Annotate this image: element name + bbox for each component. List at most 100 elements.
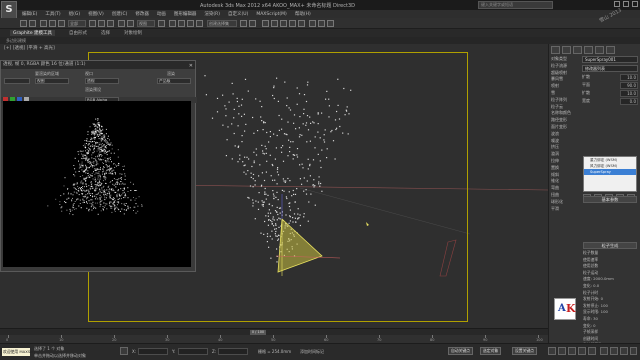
object-type-item[interactable]: 拉伸 <box>551 158 581 165</box>
menu-item[interactable]: 自定义(U) <box>228 11 248 17</box>
object-type-item[interactable]: 路径变形 <box>551 117 581 124</box>
render-window-title-bar[interactable]: 透视, 帧 0, RGBA 颜色 16 位/通道 (1:1) ✕ <box>1 61 195 69</box>
rendered-frame-window-icon[interactable] <box>318 20 325 27</box>
auto-key-button[interactable]: 自动关键点 <box>448 347 473 355</box>
mirror-icon[interactable] <box>240 20 247 27</box>
particle-param[interactable]: 粒子计时 <box>583 290 639 297</box>
selected-object-dropdown[interactable]: 选定对象 <box>480 347 502 355</box>
pan-icon[interactable] <box>610 347 618 355</box>
object-type-item[interactable]: 喷射 <box>551 83 581 90</box>
ribbon-toggle-icon[interactable] <box>271 20 278 27</box>
orbit-icon[interactable] <box>620 347 628 355</box>
select-by-name-icon[interactable] <box>98 20 105 27</box>
track-bar[interactable]: 0 10 20 30 40 50 60 70 80 90 100 <box>0 335 548 343</box>
menu-item[interactable]: 创建(C) <box>112 11 128 17</box>
viewport-dropdown[interactable]: 透视 <box>85 78 119 84</box>
create-tab-icon[interactable] <box>551 46 560 54</box>
unlink-icon[interactable] <box>49 20 56 27</box>
object-name-field[interactable]: SuperSpray001 <box>582 56 638 63</box>
menu-item[interactable]: 工具(T) <box>45 11 60 17</box>
add-time-tag[interactable]: 添加时间标记 <box>300 349 324 355</box>
link-icon[interactable] <box>40 20 47 27</box>
particle-param[interactable]: 子帧采样 <box>583 329 639 336</box>
maximize-viewport-icon[interactable] <box>630 347 637 355</box>
z-coord-field[interactable] <box>218 348 248 355</box>
set-key-button[interactable]: 设置关键点 <box>512 347 537 355</box>
redo-icon[interactable] <box>29 20 36 27</box>
ribbon-tab-selection[interactable]: 选择 <box>101 30 110 36</box>
y-coord-field[interactable] <box>178 348 208 355</box>
next-frame-icon[interactable] <box>578 347 586 355</box>
menu-item[interactable]: 编辑(E) <box>22 11 37 17</box>
ribbon-tab-object-paint[interactable]: 对象绘制 <box>124 30 142 36</box>
spinner-snap-icon[interactable] <box>196 20 203 27</box>
curve-editor-icon[interactable] <box>280 20 287 27</box>
zoom-icon[interactable] <box>600 347 608 355</box>
layer-manager-icon[interactable] <box>262 20 269 27</box>
render-button[interactable]: 渲染 <box>167 71 175 77</box>
object-type-item[interactable]: 面片变形 <box>551 124 581 131</box>
param-spinner[interactable]: 90.0 <box>620 82 638 89</box>
align-icon[interactable] <box>249 20 256 27</box>
previous-frame-icon[interactable] <box>558 347 566 355</box>
render-production-icon[interactable] <box>327 20 334 27</box>
particle-param[interactable]: 发射开始: 0 <box>583 296 639 303</box>
utilities-tab-icon[interactable] <box>606 46 615 54</box>
particle-param[interactable]: 寿命: 30 <box>583 316 639 323</box>
object-type-item[interactable]: 粒子阵列 <box>551 97 581 104</box>
particle-param[interactable]: 使用总数 <box>583 263 639 270</box>
menu-item[interactable]: MAXScript(M) <box>256 12 287 17</box>
modifier-list-dropdown[interactable]: 修改器列表 <box>582 65 638 72</box>
menu-item[interactable]: 视图(V) <box>88 11 104 17</box>
particle-param[interactable]: 使用速率 <box>583 257 639 264</box>
param-spinner[interactable]: 10.0 <box>620 90 638 97</box>
object-type-item[interactable]: 平滑 <box>551 206 581 213</box>
undo-icon[interactable] <box>20 20 27 27</box>
particle-param[interactable]: 发射停止: 100 <box>583 303 639 310</box>
go-to-end-icon[interactable] <box>588 347 596 355</box>
object-type-item[interactable]: 粒子云 <box>551 104 581 111</box>
maximize-icon[interactable] <box>623 1 629 7</box>
object-type-item[interactable]: 扭曲 <box>551 192 581 199</box>
menu-item[interactable]: 动画 <box>157 11 166 17</box>
object-type-item[interactable]: 名称和颜色 <box>551 110 581 117</box>
particle-param[interactable]: 变化: 0.0 <box>583 283 639 290</box>
percent-snap-icon[interactable] <box>187 20 194 27</box>
bind-spacewarp-icon[interactable] <box>58 20 65 27</box>
object-type-item[interactable]: 超级喷射 <box>551 70 581 77</box>
object-type-item[interactable]: 锥化 <box>551 178 581 185</box>
particle-param[interactable]: 粒子运动 <box>583 270 639 277</box>
select-region-icon[interactable] <box>107 20 114 27</box>
particle-param[interactable]: 速度: 2000.0mm <box>583 276 639 283</box>
production-dropdown[interactable]: 产品级 <box>157 78 191 84</box>
menu-item[interactable]: 组(G) <box>69 11 81 17</box>
render-frame-icons[interactable] <box>4 78 30 84</box>
motion-tab-icon[interactable] <box>584 46 593 54</box>
particle-param[interactable]: 创建时间 <box>583 336 639 343</box>
object-type-item[interactable]: 噪波 <box>551 138 581 145</box>
object-type-item[interactable]: 球形化 <box>551 199 581 206</box>
pivot-icon[interactable] <box>158 20 165 27</box>
hierarchy-tab-icon[interactable] <box>573 46 582 54</box>
area-dropdown[interactable]: 视图 <box>35 78 69 84</box>
menu-item[interactable]: 渲染(R) <box>204 11 220 17</box>
material-editor-icon[interactable] <box>298 20 305 27</box>
lock-selection-icon[interactable] <box>120 347 128 355</box>
time-slider[interactable]: 0 / 100 <box>0 328 548 335</box>
ribbon-tab-freeform[interactable]: 自由形式 <box>69 30 87 36</box>
display-tab-icon[interactable] <box>595 46 604 54</box>
object-type-item[interactable]: 对象类型 <box>551 56 581 63</box>
move-icon[interactable] <box>118 20 125 27</box>
ribbon-tab-graphite[interactable]: Graphite 建模工具 <box>10 30 56 36</box>
param-spinner[interactable]: 10.0 <box>620 74 638 81</box>
rotate-icon[interactable] <box>127 20 134 27</box>
reference-coordinate-dropdown[interactable]: 视图 <box>137 20 155 27</box>
rollout-particle-generation[interactable]: 粒子生成 <box>583 242 637 249</box>
object-type-item[interactable]: 雪 <box>551 90 581 97</box>
maxscript-listener[interactable]: 欢迎使用 MAXScri <box>2 348 35 356</box>
close-window-icon[interactable] <box>632 1 638 7</box>
render-setup-icon[interactable] <box>309 20 316 27</box>
go-to-start-icon[interactable] <box>548 347 556 355</box>
param-spinner[interactable]: 0.0 <box>620 98 638 105</box>
angle-snap-icon[interactable] <box>178 20 185 27</box>
